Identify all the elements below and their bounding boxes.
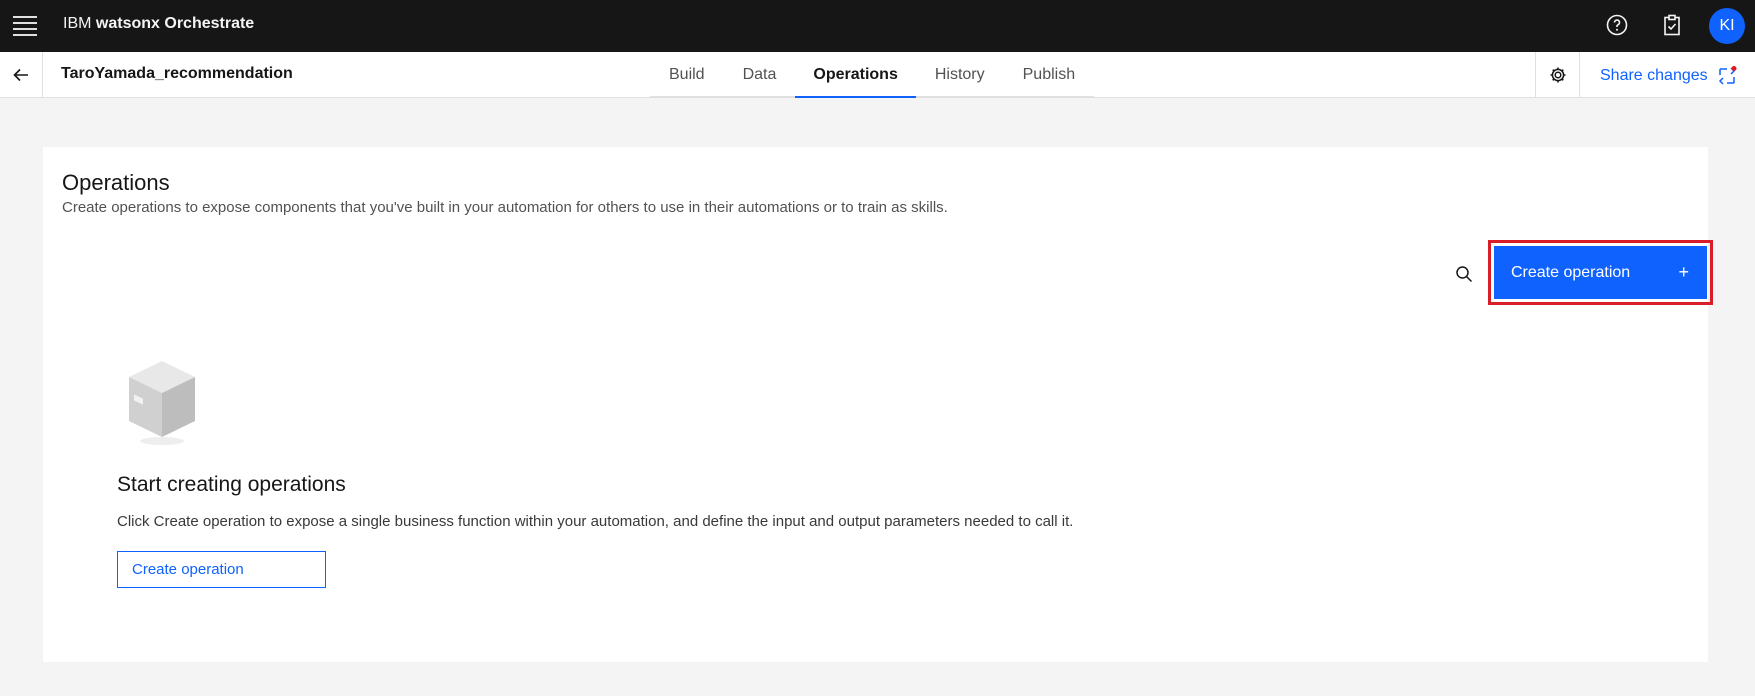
tab-list: Build Data Operations History Publish <box>650 52 1095 98</box>
create-operation-secondary-button[interactable]: Create operation <box>117 551 326 588</box>
user-avatar[interactable]: KI <box>1709 8 1745 44</box>
box-illustration <box>129 361 195 445</box>
create-operation-button[interactable]: Create operation + <box>1494 246 1707 299</box>
project-title: TaroYamada_recommendation <box>61 65 293 82</box>
empty-state-title: Start creating operations <box>117 473 346 496</box>
share-changes-label: Share changes <box>1600 67 1708 84</box>
gear-icon <box>1550 67 1565 83</box>
menu-icon[interactable] <box>13 16 37 36</box>
settings-button[interactable] <box>1535 52 1580 98</box>
help-icon[interactable] <box>1605 13 1629 37</box>
plus-icon: + <box>1678 262 1689 282</box>
create-operation-label: Create operation <box>1511 263 1631 281</box>
brand-name: watsonx Orchestrate <box>95 15 255 32</box>
highlight-frame: Create operation + <box>1488 240 1713 305</box>
project-toolbar: TaroYamada_recommendation Build Data Ope… <box>0 52 1755 98</box>
share-changes-button[interactable]: Share changes <box>1600 65 1738 87</box>
operations-panel: Operations Create operations to expose c… <box>43 147 1713 662</box>
page-title: Operations <box>62 170 170 195</box>
tab-build[interactable]: Build <box>650 52 724 98</box>
arrow-left-icon <box>13 68 28 82</box>
empty-state-description: Click Create operation to expose a singl… <box>117 513 1074 530</box>
tab-publish[interactable]: Publish <box>1003 52 1095 98</box>
share-sync-icon <box>1718 66 1737 85</box>
search-icon[interactable] <box>1454 264 1474 284</box>
app-brand: IBM watsonx Orchestrate <box>63 15 254 33</box>
top-header: IBM watsonx Orchestrate KI <box>0 0 1755 52</box>
brand-prefix: IBM <box>63 15 92 32</box>
page-description: Create operations to expose components t… <box>62 199 948 216</box>
tab-data[interactable]: Data <box>723 52 796 98</box>
clipboard-check-icon[interactable] <box>1660 13 1684 37</box>
back-button[interactable] <box>0 52 43 98</box>
tab-history[interactable]: History <box>915 52 1004 98</box>
tab-operations[interactable]: Operations <box>795 52 916 98</box>
